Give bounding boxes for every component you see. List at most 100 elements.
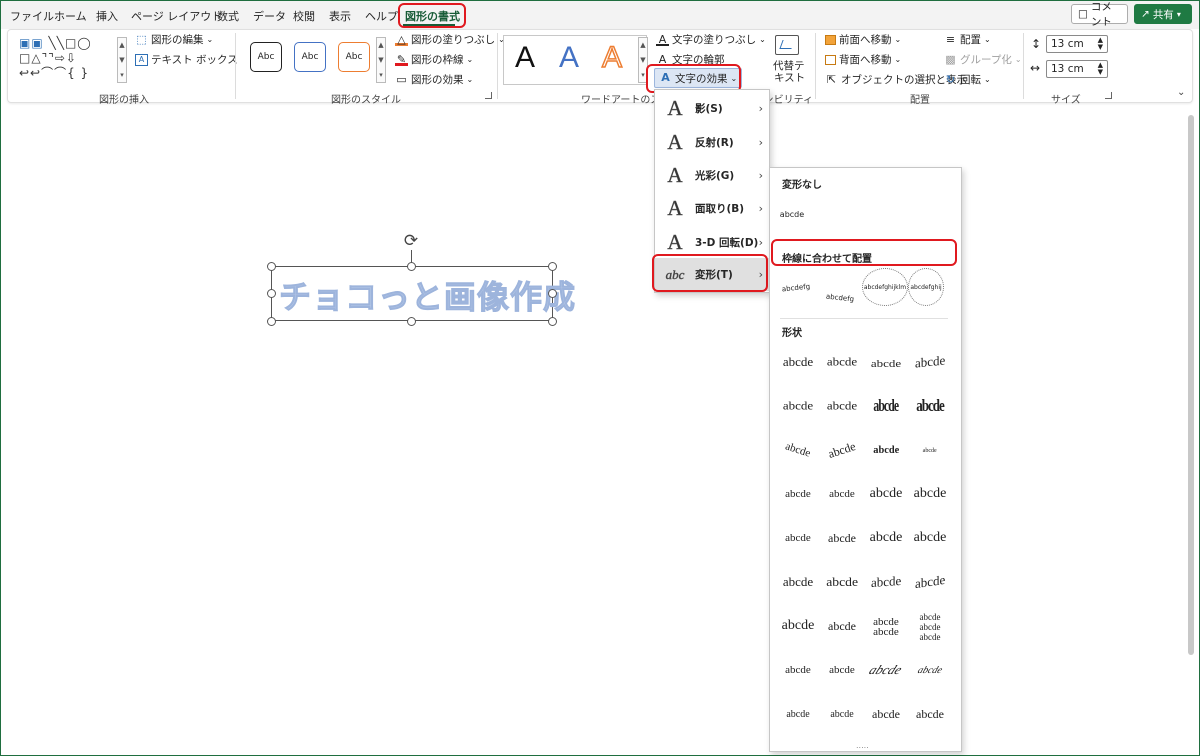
warp-option[interactable]: abcde: [820, 482, 864, 506]
warp-option[interactable]: abcde: [864, 570, 908, 594]
gallery-resize-grip[interactable]: .....: [856, 741, 869, 750]
warp-option[interactable]: abcde: [864, 438, 908, 462]
warp-option[interactable]: abcde: [820, 570, 864, 594]
warp-option-label: abcde: [916, 395, 944, 416]
tab-formulas[interactable]: 数式: [217, 8, 239, 24]
resize-handle-top-left[interactable]: [267, 262, 276, 271]
warp-option[interactable]: abcde: [864, 482, 908, 506]
tab-insert[interactable]: 挿入: [96, 8, 118, 24]
warp-option[interactable]: abcde: [820, 614, 864, 638]
shape-width-input[interactable]: 13 cm ▲ ▼: [1046, 60, 1108, 78]
warp-option-label: abcde: [913, 530, 947, 545]
size-dialog-launcher[interactable]: [1105, 92, 1112, 99]
share-button[interactable]: ↗ 共有 ▾: [1134, 4, 1192, 24]
warp-option[interactable]: abcde: [908, 526, 952, 550]
ribbon-collapse-chevron-icon[interactable]: ⌄: [1177, 87, 1185, 98]
follow-path-arch-up[interactable]: abcdefg: [772, 268, 820, 308]
rotate-button[interactable]: ↻ 回転 ⌄: [944, 72, 991, 87]
warp-option[interactable]: abcde: [908, 394, 952, 418]
tab-view[interactable]: 表示: [329, 8, 351, 24]
align-button[interactable]: ≡ 配置 ⌄: [944, 32, 991, 47]
resize-handle-bottom-left[interactable]: [267, 317, 276, 326]
warp-option[interactable]: abcde: [776, 658, 820, 682]
resize-handle-top-right[interactable]: [548, 262, 557, 271]
shape-gallery-scroll[interactable]: ▲ ▼ ▾: [117, 37, 127, 83]
vertical-scrollbar[interactable]: [1185, 109, 1197, 749]
tab-data[interactable]: データ: [253, 8, 286, 24]
warp-option[interactable]: abcde: [820, 438, 864, 462]
shape-effects-button[interactable]: ▭ 図形の効果 ⌄: [395, 72, 473, 87]
warp-option[interactable]: abcde: [776, 526, 820, 550]
send-backward-button[interactable]: 背面へ移動 ⌄: [825, 52, 901, 67]
warp-option[interactable]: abcde: [820, 658, 864, 682]
warp-option[interactable]: abcde: [864, 702, 908, 726]
menu-item-bevel[interactable]: A 面取り(B) ›: [655, 192, 769, 225]
warp-option[interactable]: abcde: [820, 702, 864, 726]
group-button[interactable]: ▩ グループ化 ⌄: [944, 52, 1021, 67]
warp-option[interactable]: abcde: [820, 350, 864, 374]
wordart-text[interactable]: チョコっと画像作成: [278, 272, 576, 318]
shape-outline-button[interactable]: ✎ 図形の枠線 ⌄: [395, 52, 473, 67]
scrollbar-thumb[interactable]: [1188, 115, 1194, 655]
warp-option[interactable]: abcde: [864, 658, 908, 682]
shape-style-preset-orange[interactable]: Abc: [338, 42, 370, 72]
follow-path-button[interactable]: abcdefghij: [908, 268, 944, 306]
resize-handle-top[interactable]: [407, 262, 416, 271]
warp-option-label: abcde: [870, 357, 902, 370]
shape-height-input[interactable]: 13 cm ▲ ▼: [1046, 35, 1108, 53]
warp-option[interactable]: abcde: [908, 658, 952, 682]
shape-style-preset-black[interactable]: Abc: [250, 42, 282, 72]
warp-option[interactable]: abcde abcde abcde: [908, 608, 952, 646]
follow-path-circle[interactable]: abcdefghijklm: [862, 268, 908, 306]
warp-option[interactable]: abcde: [908, 350, 952, 374]
resize-handle-right[interactable]: [548, 289, 557, 298]
warp-option[interactable]: abcde: [864, 394, 908, 418]
tab-file[interactable]: ファイル: [10, 8, 54, 24]
wordart-style-orange-outline[interactable]: A: [601, 40, 623, 75]
resize-handle-left[interactable]: [267, 289, 276, 298]
menu-item-glow[interactable]: A 光彩(G) ›: [655, 159, 769, 192]
warp-option[interactable]: abcde: [864, 350, 908, 374]
warp-option[interactable]: abcde: [776, 394, 820, 418]
alt-text-line2[interactable]: キスト: [774, 70, 805, 85]
rotate-handle-icon[interactable]: ⟳: [401, 231, 421, 251]
shape-fill-button[interactable]: △ 図形の塗りつぶし ⌄: [395, 32, 505, 47]
warp-option[interactable]: abcde: [908, 570, 952, 594]
shape-style-scroll[interactable]: ▲ ▼ ▾: [376, 37, 386, 83]
comment-button[interactable]: □ コメント: [1071, 1, 1128, 28]
wordart-style-blue[interactable]: A: [559, 41, 579, 75]
text-box-button[interactable]: A テキスト ボックス: [135, 52, 238, 67]
menu-item-shadow[interactable]: A 影(S) ›: [655, 92, 769, 125]
shape-styles-dialog-launcher[interactable]: [485, 92, 492, 99]
text-fill-button[interactable]: A 文字の塗りつぶし ⌄: [656, 32, 766, 47]
tab-review[interactable]: 校閲: [293, 8, 315, 24]
resize-handle-bottom[interactable]: [407, 317, 416, 326]
chevron-right-icon: ›: [758, 102, 763, 115]
warp-option[interactable]: abcde: [864, 526, 908, 550]
shape-style-preset-blue[interactable]: Abc: [294, 42, 326, 72]
warp-option[interactable]: abcde: [908, 438, 952, 462]
no-transform-option[interactable]: abcde: [770, 202, 814, 226]
warp-option[interactable]: abcde: [776, 614, 820, 638]
paint-bucket-icon: △: [395, 33, 408, 46]
tab-home[interactable]: ホーム: [54, 8, 87, 24]
edit-shape-button[interactable]: ⬚ 図形の編集 ⌄: [135, 32, 213, 47]
warp-option[interactable]: abcde: [776, 482, 820, 506]
follow-path-arch-down[interactable]: abcdefg: [816, 278, 864, 318]
wordart-style-black[interactable]: A: [515, 41, 535, 75]
menu-item-reflection[interactable]: A 反射(R) ›: [655, 126, 769, 159]
warp-option[interactable]: abcde: [908, 482, 952, 506]
warp-option[interactable]: abcde: [776, 702, 820, 726]
warp-option[interactable]: abcde: [776, 438, 820, 462]
resize-handle-bottom-right[interactable]: [548, 317, 557, 326]
warp-option[interactable]: abcde: [908, 702, 952, 726]
warp-option[interactable]: abcde: [776, 570, 820, 594]
tab-page-layout[interactable]: ページ レイアウト: [131, 8, 222, 24]
warp-option[interactable]: abcde: [776, 350, 820, 374]
bring-forward-button[interactable]: 前面へ移動 ⌄: [825, 32, 901, 47]
warp-option[interactable]: abcde: [820, 526, 864, 550]
tab-help[interactable]: ヘルプ: [365, 8, 398, 24]
warp-option[interactable]: abcde abcde: [864, 608, 908, 646]
shape-gallery[interactable]: ▣▣ ╲╲□◯ □△⌝⌝⇨⇩ ↩↩⌒⌒{ }: [19, 36, 119, 82]
warp-option[interactable]: abcde: [820, 394, 864, 418]
